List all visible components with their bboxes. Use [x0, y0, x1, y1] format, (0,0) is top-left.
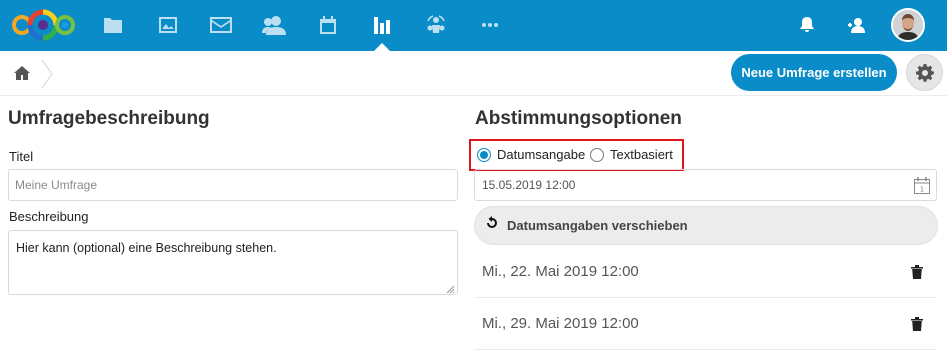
poll-option-row: Mi., 22. Mai 2019 12:00: [474, 246, 937, 298]
user-avatar[interactable]: [891, 8, 925, 42]
description-text: Hier kann (optional) eine Beschreibung s…: [16, 241, 277, 255]
poll-option-label: Mi., 29. Mai 2019 12:00: [482, 315, 639, 332]
history-icon: [485, 216, 499, 235]
title-input[interactable]: Meine Umfrage: [8, 169, 458, 201]
active-app-indicator: [374, 43, 390, 51]
top-navigation-bar: [0, 0, 947, 51]
radio-date-based[interactable]: [477, 148, 491, 162]
radio-text-based-label[interactable]: Textbasiert: [610, 147, 673, 162]
resize-grip-icon[interactable]: [446, 283, 455, 294]
poll-option-label: Mi., 22. Mai 2019 12:00: [482, 263, 639, 280]
more-apps-icon[interactable]: [478, 13, 502, 37]
radio-date-based-label[interactable]: Datumsangabe: [497, 147, 585, 162]
radio-text-based[interactable]: [590, 148, 604, 162]
settings-gear-icon[interactable]: [906, 54, 943, 91]
home-icon[interactable]: [13, 64, 31, 82]
poll-option-row: Mi., 29. Mai 2019 12:00: [474, 298, 937, 350]
photos-icon[interactable]: [156, 13, 180, 37]
shift-dates-button[interactable]: Datumsangaben verschieben: [474, 206, 938, 245]
polls-icon[interactable]: [370, 13, 394, 37]
title-label: Titel: [9, 149, 34, 164]
svg-text:1: 1: [920, 186, 924, 194]
calendar-icon[interactable]: [316, 13, 340, 37]
notifications-icon[interactable]: [795, 13, 819, 37]
description-textarea[interactable]: Hier kann (optional) eine Beschreibung s…: [8, 230, 458, 295]
date-picker-value: 15.05.2019 12:00: [482, 178, 576, 192]
delete-trash-icon[interactable]: [911, 265, 923, 279]
nextcloud-logo[interactable]: [10, 8, 76, 42]
poll-description-heading: Umfragebeschreibung: [8, 108, 210, 129]
contacts-icon[interactable]: [262, 13, 286, 37]
contacts-menu-icon[interactable]: [845, 13, 869, 37]
circles-icon[interactable]: [424, 13, 448, 37]
calendar-picker-icon[interactable]: 1: [914, 177, 930, 194]
breadcrumb-separator: [40, 59, 54, 89]
delete-trash-icon[interactable]: [911, 317, 923, 331]
date-picker-input[interactable]: 15.05.2019 12:00 1: [474, 169, 937, 201]
shift-dates-label: Datumsangaben verschieben: [507, 218, 688, 233]
breadcrumb-bar: Neue Umfrage erstellen: [0, 51, 947, 96]
description-label: Beschreibung: [9, 209, 89, 224]
new-poll-button[interactable]: Neue Umfrage erstellen: [731, 54, 897, 91]
poll-options-heading: Abstimmungsoptionen: [475, 108, 682, 129]
mail-icon[interactable]: [209, 13, 233, 37]
files-icon[interactable]: [101, 13, 125, 37]
